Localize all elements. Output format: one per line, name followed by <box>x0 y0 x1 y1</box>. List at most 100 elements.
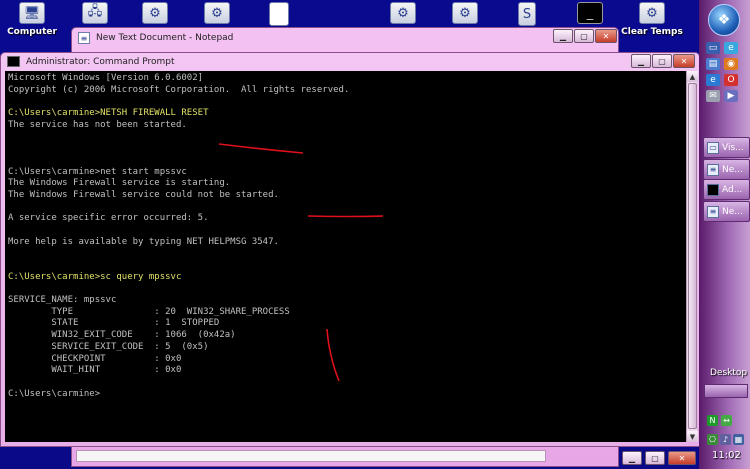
notepad-window-controls: ▁ ▢ ✕ <box>553 29 617 43</box>
tray-app-icon[interactable]: ⎔ <box>707 434 718 445</box>
taskbar-button[interactable]: ≡ Ne... <box>703 159 750 180</box>
console-line: Microsoft Windows [Version 6.0.6002] <box>8 73 204 83</box>
gear-shortcut-icon: ⚙ <box>452 2 478 24</box>
notepad-status-strip <box>76 450 546 462</box>
notepad-icon: ≡ <box>707 163 719 176</box>
tray-volume-icon[interactable]: ♪ <box>720 434 731 445</box>
cmd-window-controls: ▁ ▢ ✕ <box>631 54 695 68</box>
taskbar-clock[interactable]: 11:02 <box>712 450 741 461</box>
minimize-button[interactable]: ▁ <box>622 451 642 465</box>
quicklaunch-ie-icon[interactable]: e <box>724 42 738 54</box>
gear-shortcut-icon: ⚙ <box>204 2 230 24</box>
notepad-icon: ≡ <box>707 205 719 218</box>
maximize-button[interactable]: ▢ <box>574 29 594 43</box>
cmd-icon <box>7 56 20 67</box>
console-line: CHECKPOINT : 0x0 <box>8 353 182 364</box>
console-line: SERVICE_EXIT_CODE : 5 (0x5) <box>8 341 209 352</box>
console-line: The Windows Firewall service is starting… <box>8 178 231 189</box>
close-button[interactable]: ✕ <box>668 451 696 465</box>
show-desktop-button[interactable] <box>704 384 748 398</box>
desktop-icon-label: Computer <box>7 27 57 37</box>
gear-shortcut-icon: ⚙ <box>390 2 416 24</box>
console-line: The Windows Firewall service could not b… <box>8 189 279 200</box>
scroll-down-arrow-icon[interactable]: ▼ <box>687 431 698 442</box>
notepad-icon: ≡ <box>78 32 90 44</box>
computer-icon: 🖥 <box>19 2 45 24</box>
cmd-title: Administrator: Command Prompt <box>26 56 175 67</box>
console-scrollbar[interactable]: ▲ ▼ <box>686 71 698 442</box>
close-button[interactable]: ✕ <box>595 29 617 43</box>
console-line: STATE : 1 STOPPED <box>8 318 220 329</box>
cmd-title-bar: Administrator: Command Prompt <box>7 56 175 67</box>
console-line: C:\Users\carmine>sc query mpssvc <box>8 271 182 282</box>
taskbar-button[interactable]: Ad... <box>703 179 750 200</box>
maximize-button[interactable]: ▢ <box>652 54 672 68</box>
taskbar-button-label: Ad... <box>722 184 743 195</box>
console-line: Copyright (c) 2006 Microsoft Corporation… <box>8 84 350 95</box>
script-icon: S <box>518 2 536 26</box>
quicklaunch-ie-icon[interactable]: e <box>706 74 720 86</box>
maximize-button[interactable]: ▢ <box>645 451 665 465</box>
gear-shortcut-icon: ⚙ <box>142 2 168 24</box>
clear-temps-desktop-icon[interactable]: ⚙ Clear Temps <box>621 2 683 52</box>
quicklaunch-desktop-icon[interactable]: ▭ <box>706 42 720 54</box>
window-icon: ▭ <box>707 141 719 154</box>
quicklaunch-firefox-icon[interactable]: ◉ <box>724 58 738 70</box>
document-icon <box>269 2 289 26</box>
notepad-title: New Text Document - Notepad <box>96 33 234 43</box>
console-line: TYPE : 20 WIN32_SHARE_PROCESS <box>8 306 290 317</box>
close-button[interactable]: ✕ <box>673 54 695 68</box>
taskbar-button-label: Vis... <box>722 142 744 153</box>
console-line: WIN32_EXIT_CODE : 1066 (0x42a) <box>8 330 236 341</box>
taskbar-button-label: Ne... <box>722 206 743 217</box>
console-line: More help is available by typing NET HEL… <box>8 236 279 247</box>
tray-network-icon[interactable]: ▦ <box>733 434 744 445</box>
gear-shortcut-icon: ⚙ <box>639 2 665 24</box>
command-prompt-window[interactable]: Administrator: Command Prompt ▁ ▢ ✕ Micr… <box>0 52 700 447</box>
quicklaunch-media-icon[interactable]: ▶ <box>724 90 738 102</box>
computer-desktop-icon[interactable]: 🖥 Computer <box>1 2 63 52</box>
cmd-icon <box>707 183 719 196</box>
console-line: C:\Users\carmine>NETSH FIREWALL RESET <box>8 108 209 119</box>
minimize-button[interactable]: ▁ <box>631 54 651 68</box>
scrollbar-thumb[interactable] <box>688 83 697 429</box>
tray-app-icon[interactable]: N <box>707 415 718 426</box>
console-text: Microsoft Windows [Version 6.0.6002] Copy… <box>8 73 349 400</box>
bottom-window-controls: ▁ ▢ ✕ <box>622 447 700 469</box>
console-line: SERVICE_NAME: mpssvc <box>8 295 117 306</box>
quicklaunch-opera-icon[interactable]: O <box>724 74 738 86</box>
desktop: 🖥 Computer 🖧 ⚙ ⚙ ⚙ ⚙ S _ ⚙ Clear Temps ≡… <box>0 0 750 469</box>
tray-network-icon[interactable]: ↔ <box>721 415 732 426</box>
notepad-title-bar: ≡ New Text Document - Notepad <box>78 32 233 44</box>
console-line: C:\Users\carmine> <box>8 388 101 399</box>
desktop-icon-label: Clear Temps <box>621 27 683 37</box>
network-icon: 🖧 <box>82 2 108 24</box>
console-line: A service specific error occurred: 5. <box>8 213 209 224</box>
desktop-label[interactable]: Desktop <box>710 368 747 378</box>
taskbar-button[interactable]: ▭ Vis... <box>703 137 750 158</box>
quicklaunch-mail-icon[interactable]: ✉ <box>706 90 720 102</box>
cmd-shortcut-icon: _ <box>577 2 603 24</box>
windows-logo-icon: ❖ <box>717 12 731 28</box>
vertical-taskbar <box>699 0 750 469</box>
quicklaunch-window-icon[interactable]: ▤ <box>706 58 720 70</box>
taskbar-button[interactable]: ≡ Ne... <box>703 201 750 222</box>
console-output[interactable]: Microsoft Windows [Version 6.0.6002] Copy… <box>5 71 686 442</box>
minimize-button[interactable]: ▁ <box>553 29 573 43</box>
console-line: C:\Users\carmine>net start mpssvc <box>8 166 187 177</box>
taskbar-button-label: Ne... <box>722 164 743 175</box>
scroll-up-arrow-icon[interactable]: ▲ <box>687 71 698 82</box>
start-button[interactable]: ❖ <box>708 4 740 36</box>
console-line: The service has not been started. <box>8 119 187 130</box>
console-line: WAIT_HINT : 0x0 <box>8 365 182 376</box>
